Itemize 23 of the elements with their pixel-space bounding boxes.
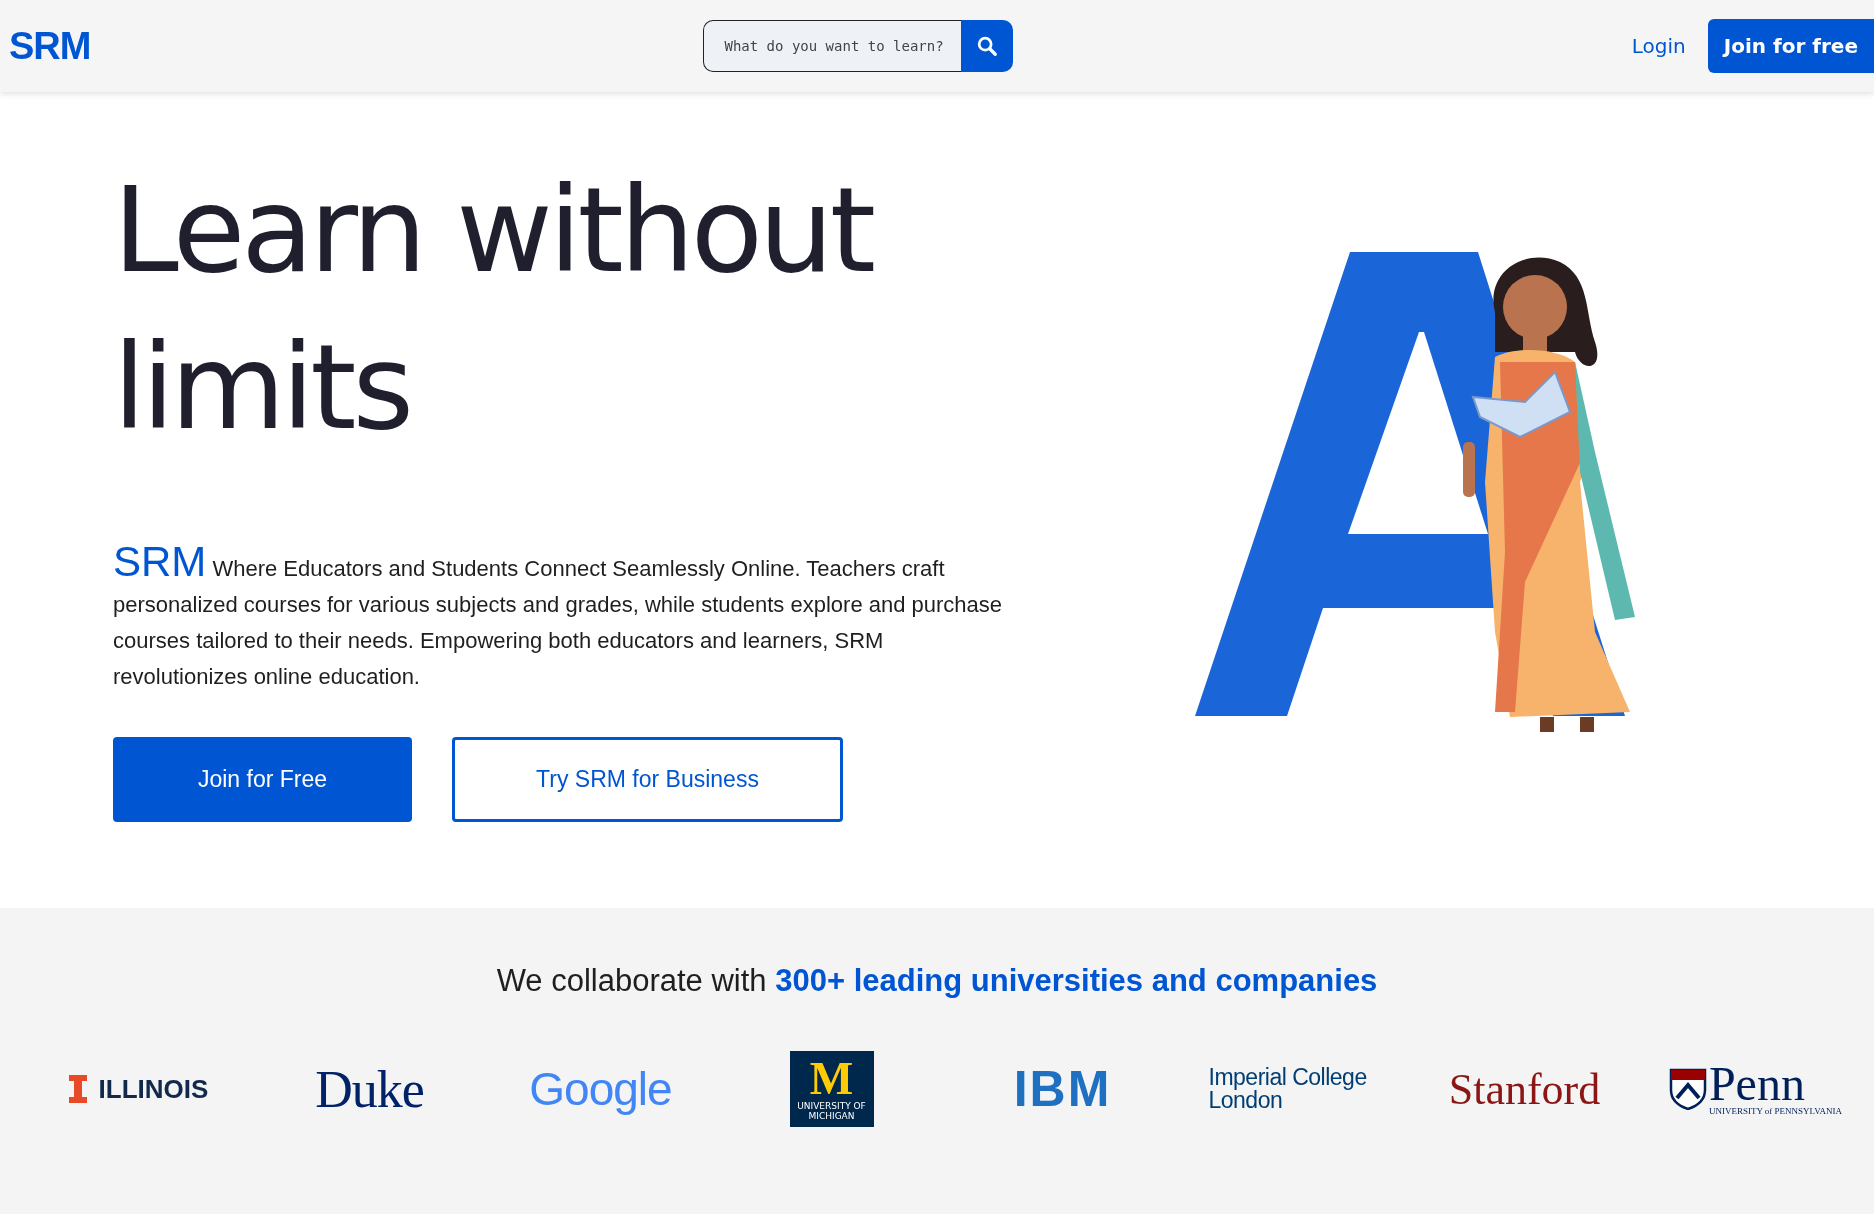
search-icon xyxy=(976,35,999,57)
shield-icon xyxy=(1668,1068,1707,1110)
michigan-letter: M xyxy=(809,1057,854,1101)
hero-description: SRM Where Educators and Students Connect Seamlessly Online. Teachers craft personalized courses for various subjects and grades, while students explore and purchase courses tailored to their needs. Empowering both educators and learners, SRM revolutionizes online education. xyxy=(113,544,1004,691)
partners-heading: We collaborate with 300+ leading universities and companies xyxy=(495,963,1379,999)
ibm-logo: IBM xyxy=(1013,1060,1112,1118)
join-free-button[interactable]: Join for Free xyxy=(113,737,412,822)
hero-title: Learn without limits xyxy=(113,160,874,458)
join-button[interactable]: Join for free xyxy=(1707,19,1874,73)
duke-logo: Duke xyxy=(315,1059,424,1119)
penn-logo: Penn xyxy=(1708,1062,1805,1106)
block-i-icon xyxy=(68,1075,87,1103)
illinois-logo: ILLINOIS xyxy=(98,1073,209,1105)
login-link[interactable]: Login xyxy=(1631,34,1686,58)
search-field[interactable]: What do you want to learn? xyxy=(703,20,962,72)
penn-subtitle: UNIVERSITY of PENNSYLVANIA xyxy=(1708,1106,1843,1116)
google-logo: Google xyxy=(529,1062,672,1116)
srm-logo[interactable]: SRM xyxy=(9,24,91,68)
stanford-logo: Stanford xyxy=(1448,1063,1601,1115)
michigan-subtitle: UNIVERSITY OF MICHIGAN xyxy=(796,1101,867,1121)
search-button[interactable] xyxy=(961,20,1014,72)
imperial-logo: Imperial College London xyxy=(1208,1066,1368,1112)
business-button[interactable]: Try SRM for Business xyxy=(452,737,843,822)
